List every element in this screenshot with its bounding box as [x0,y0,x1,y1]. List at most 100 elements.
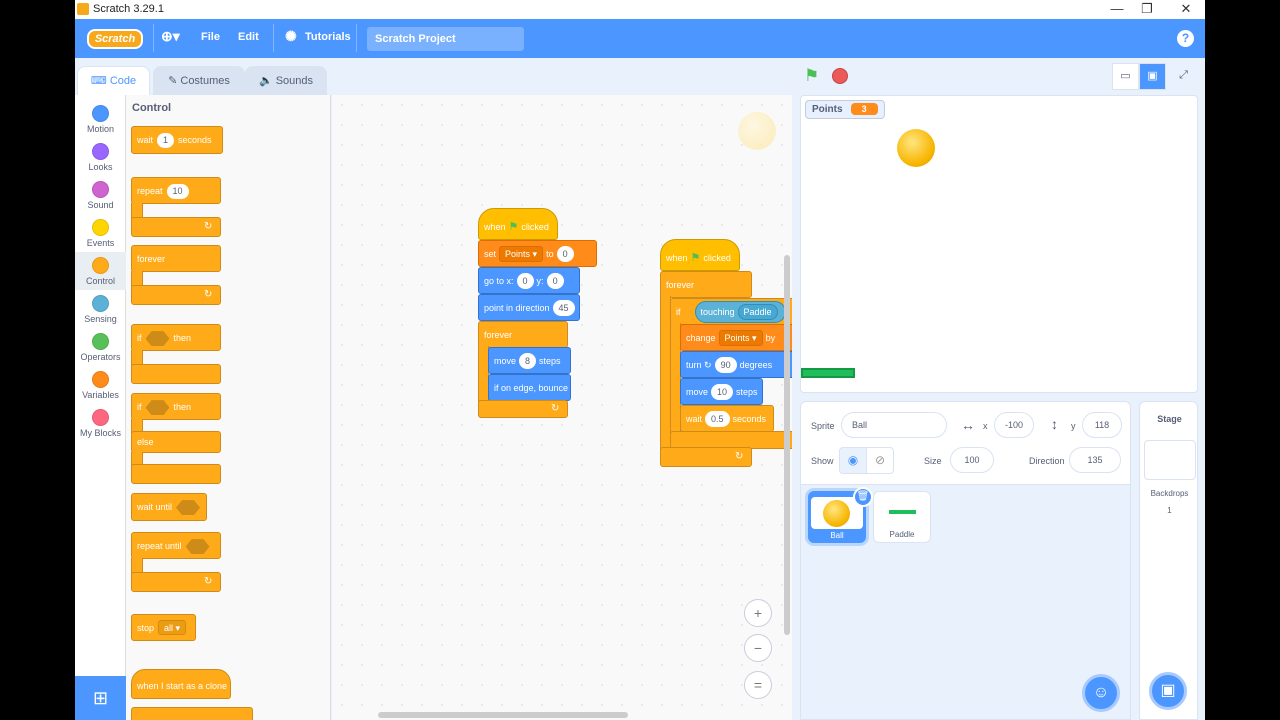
help-icon[interactable]: ? [1177,30,1194,47]
category-motion[interactable]: Motion [75,100,126,138]
stage-selector[interactable]: Stage Backdrops 1 ▣ [1139,401,1198,720]
stage-heading: Stage [1157,414,1182,424]
c-block-foot: ↻ [131,217,221,237]
vertical-scrollbar[interactable] [784,255,790,635]
when-flag-clicked-block[interactable]: when ⚑ clicked [660,239,740,271]
if-then-block[interactable]: if touching Paddle [670,298,792,325]
forever-block[interactable]: forever [478,321,568,348]
category-events[interactable]: Events [75,214,126,252]
tab-sounds[interactable]: 🔈 Sounds [245,66,327,96]
stop-block[interactable]: stop all ▾ [131,614,196,641]
fullscreen-icon[interactable]: ⤢ [1170,63,1197,90]
repeat-block[interactable]: repeat 10 [131,177,221,204]
block-text: clicked [521,222,549,232]
file-menu[interactable]: File [201,31,220,43]
category-looks[interactable]: Looks [75,138,126,176]
stage-canvas[interactable]: Points 3 [800,95,1198,393]
forever-block[interactable]: forever [131,245,221,272]
repeat-until-block[interactable]: repeat until [131,532,221,559]
block-input[interactable]: 0.5 [705,411,730,427]
wait-seconds-block[interactable]: wait 1 seconds [131,126,223,154]
show-eye-icon[interactable]: ◉ [839,447,867,474]
sprite-tile-paddle[interactable]: Paddle [873,491,931,543]
block-input[interactable]: 45 [552,300,575,316]
scratch-logo[interactable]: Scratch [87,29,143,49]
paddle-sprite[interactable] [801,368,855,378]
script-area[interactable]: when ⚑ clicked set Points ▾ to 0 go to x: 0 y: 0… [332,95,792,720]
sprite-tile-ball[interactable]: Ball 🗑 [808,487,873,543]
change-variable-block[interactable]: change Points ▾ by [680,324,792,351]
set-variable-block[interactable]: set Points ▾ to 0 [478,240,597,267]
tutorials-menu[interactable]: Tutorials [305,31,351,43]
language-globe-icon[interactable]: ⊕▾ [161,28,180,45]
size-input[interactable]: 100 [950,447,994,473]
wait-until-block[interactable]: wait until [131,493,207,521]
edit-menu[interactable]: Edit [238,31,259,43]
stop-dropdown[interactable]: all ▾ [158,620,187,635]
block-text: steps [736,387,758,397]
add-backdrop-icon[interactable]: ▣ [1149,672,1187,710]
block-input[interactable]: 10 [711,384,734,400]
tab-code[interactable]: ⌨ Code [77,66,150,97]
if-then-block[interactable]: if then [131,324,221,351]
block-input[interactable]: 0 [556,246,574,262]
category-my-blocks[interactable]: My Blocks [75,404,126,442]
category-operators[interactable]: Operators [75,328,126,366]
sprite-name-input[interactable]: Ball [841,412,947,438]
horizontal-scrollbar[interactable] [378,712,628,718]
block-input[interactable]: 8 [519,353,537,369]
block-input[interactable]: 0 [546,273,564,289]
forever-block[interactable]: forever [660,271,752,298]
ball-sprite[interactable] [897,129,935,167]
wait-seconds-block[interactable]: wait 0.5 seconds [680,405,774,432]
when-flag-clicked-block[interactable]: when ⚑ clicked [478,208,558,240]
zoom-reset-icon[interactable]: = [744,671,772,699]
turn-degrees-block[interactable]: turn ↻ 90 degrees [680,351,792,378]
block-input[interactable]: 10 [166,184,189,199]
category-variables[interactable]: Variables [75,366,126,404]
stop-button[interactable] [832,68,848,84]
trash-icon[interactable]: 🗑 [853,487,873,507]
project-title-input[interactable]: Scratch Project [367,27,524,51]
variable-dropdown[interactable]: Points ▾ [499,246,544,262]
normal-stage-icon[interactable]: ▣ [1139,63,1166,90]
maximize-button[interactable]: ❐ [1132,1,1162,18]
if-else-block[interactable]: if then [131,393,221,420]
add-extension-button[interactable]: ⊞ [75,676,126,720]
stage-thumbnail[interactable] [1144,440,1196,480]
zoom-out-icon[interactable]: − [744,634,772,662]
tab-costumes[interactable]: ✎ Costumes [153,66,245,96]
category-label: Variables [82,390,119,400]
block-input[interactable]: 1 [157,133,175,148]
boolean-slot[interactable] [145,400,170,416]
point-direction-block[interactable]: point in direction 45 [478,294,580,321]
hide-eye-icon[interactable]: ⊘ [866,447,894,474]
boolean-slot[interactable] [185,539,210,555]
next-block-partial[interactable] [131,707,253,720]
go-to-xy-block[interactable]: go to x: 0 y: 0 [478,267,580,294]
touching-dropdown[interactable]: Paddle [737,304,778,320]
category-control[interactable]: Control [75,252,126,290]
boolean-slot[interactable] [145,331,170,347]
direction-input[interactable]: 135 [1069,447,1121,473]
block-input[interactable]: 0 [516,273,534,289]
y-input[interactable]: 118 [1082,412,1122,438]
boolean-slot[interactable] [176,500,201,516]
move-steps-block[interactable]: move 8 steps [488,347,571,374]
small-stage-icon[interactable]: ▭ [1112,63,1139,90]
green-flag-button[interactable]: ⚑ [804,67,824,85]
add-sprite-icon[interactable]: ☺ [1082,674,1120,712]
minimize-button[interactable]: — [1102,1,1132,18]
category-label: Sound [87,200,114,210]
clone-hat-block[interactable]: when I start as a clone [131,669,231,699]
c-block-foot: ↻ [131,285,221,305]
category-sound[interactable]: Sound [75,176,126,214]
move-steps-block[interactable]: move 10 steps [680,378,763,405]
zoom-in-icon[interactable]: + [744,599,772,627]
variable-dropdown[interactable]: Points ▾ [718,330,763,346]
block-input[interactable]: 90 [714,357,737,373]
close-button[interactable]: ✕ [1171,1,1201,18]
x-input[interactable]: -100 [994,412,1034,438]
category-sensing[interactable]: Sensing [75,290,126,328]
touching-sensing-block[interactable]: touching Paddle [694,301,786,323]
